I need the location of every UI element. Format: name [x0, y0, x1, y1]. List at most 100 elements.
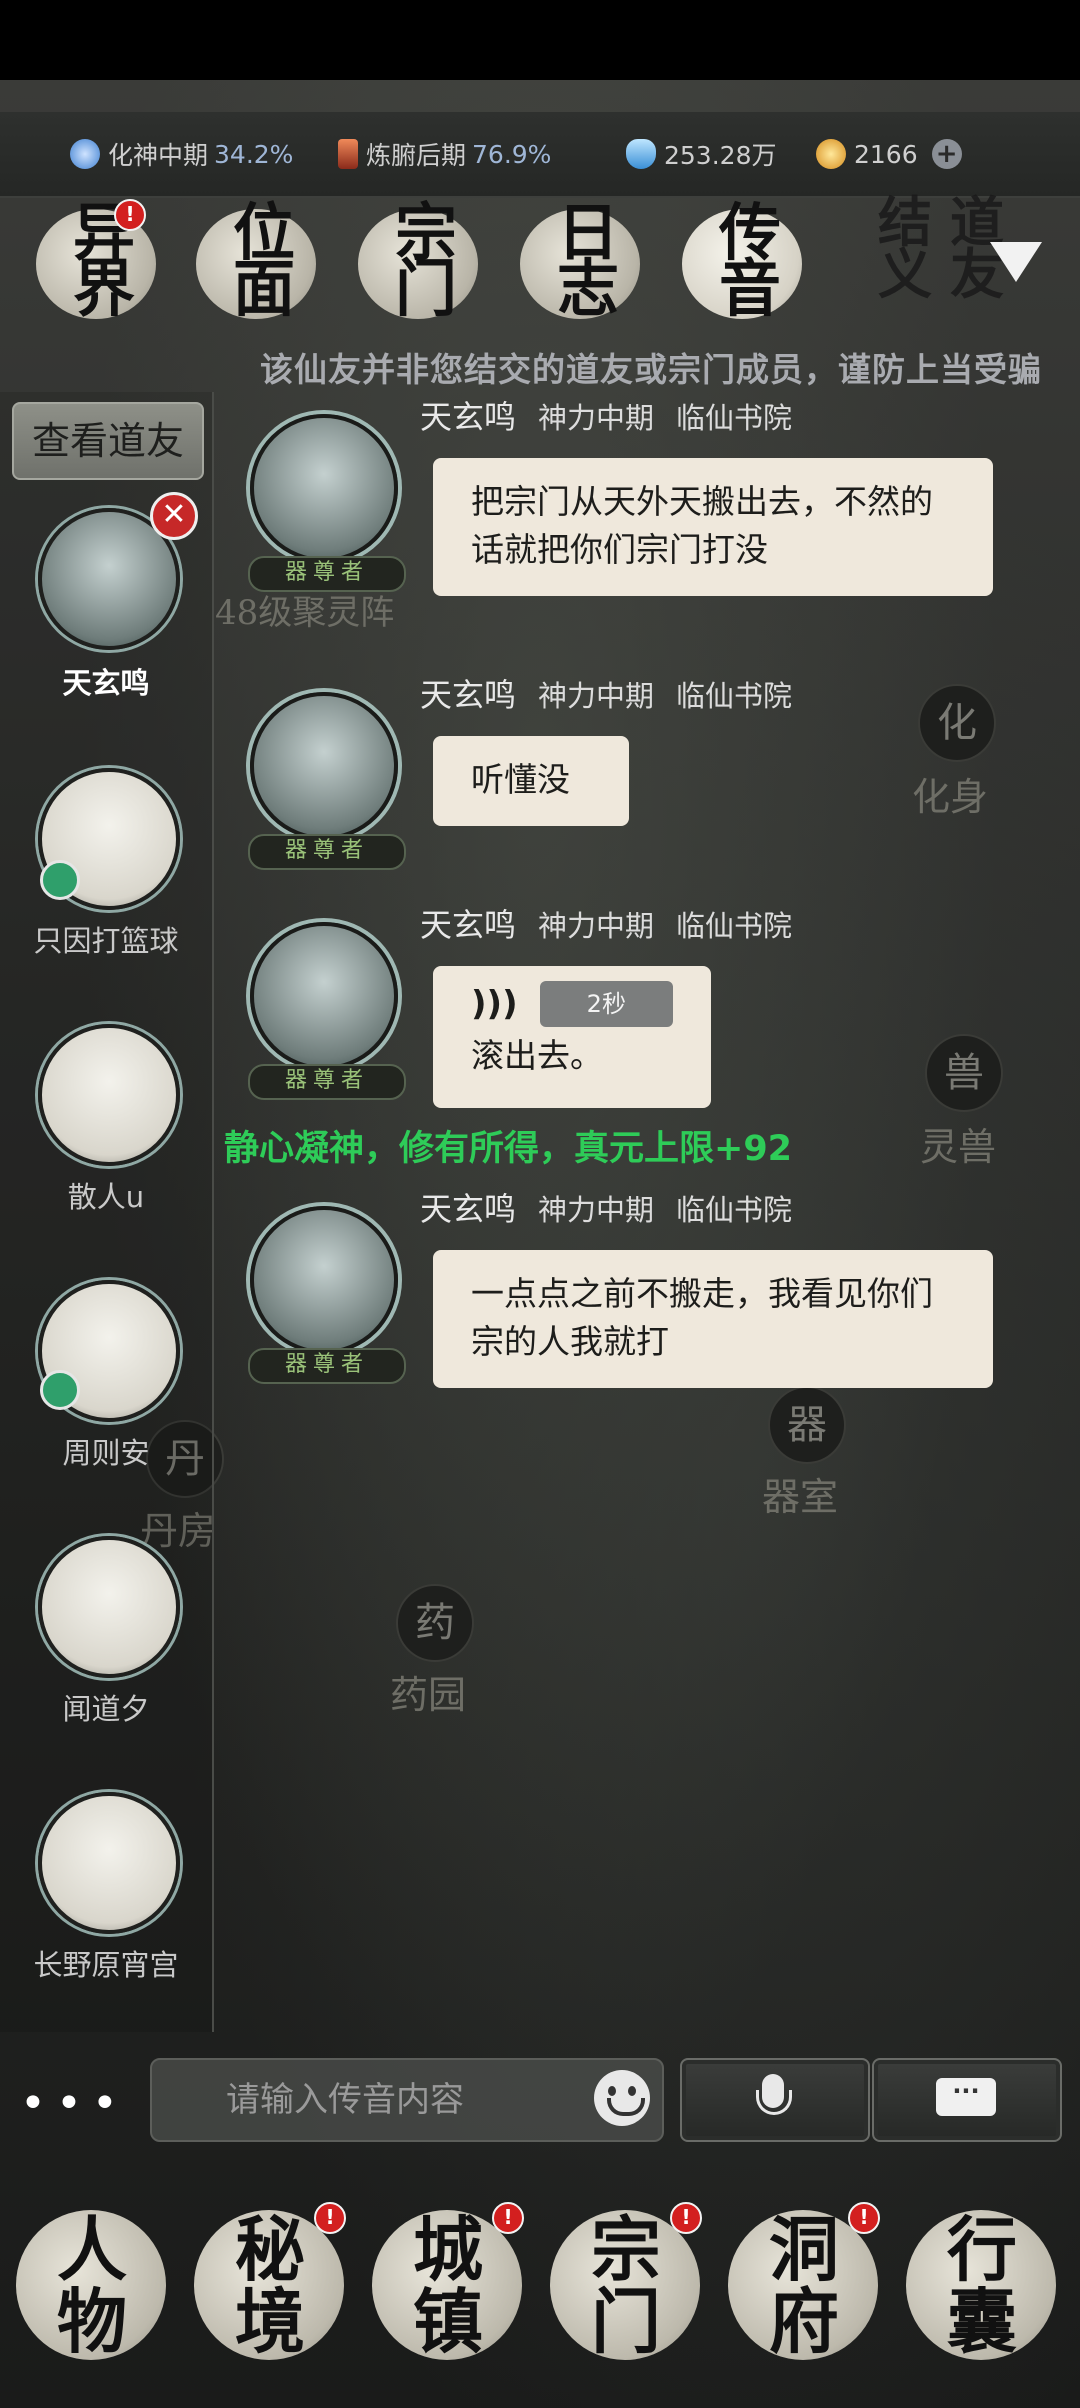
- sender-realm: 神力中期: [538, 1193, 655, 1227]
- spirit-stone-stat: 253.28万: [626, 134, 776, 174]
- sender-title-tag: 器尊者: [248, 834, 406, 870]
- friend-name: 天玄鸣: [62, 666, 150, 700]
- tab-rizhi[interactable]: 日 志: [506, 196, 666, 325]
- yin-yang-icon: [70, 139, 100, 169]
- tab-label: 异 界: [72, 196, 135, 325]
- jade-stat: 2166 +: [816, 134, 962, 174]
- friend-item-sanren[interactable]: 散人u: [0, 1024, 212, 1224]
- sender-avatar[interactable]: [250, 1206, 398, 1354]
- chat-bubble: 一点点之前不搬走，我看见你们宗的人我就打: [433, 1250, 993, 1388]
- alert-badge-icon: !: [848, 2202, 880, 2234]
- voice-bubble[interactable]: ))) 2秒 滚出去。: [433, 966, 711, 1108]
- huashen-glyph: 化: [918, 684, 996, 762]
- nav-dongfu[interactable]: 洞 府 !: [712, 2200, 890, 2380]
- alert-badge-icon: !: [314, 2202, 346, 2234]
- chat-bubble-icon: ···: [936, 2078, 996, 2116]
- nav-chengzhen[interactable]: 城 镇 !: [356, 2200, 534, 2380]
- body-cultivation-icon: [338, 139, 358, 169]
- resource-bar: 化神中期 34.2% 炼腑后期 76.9% 253.28万 2166 +: [0, 112, 1080, 198]
- sender-sect: 临仙书院: [676, 1193, 793, 1227]
- tab-label: 位 面: [232, 196, 295, 325]
- nav-label: 宗 门: [591, 2208, 661, 2363]
- friend-name: 闻道夕: [62, 1692, 150, 1726]
- voice-text: 滚出去。: [471, 1036, 603, 1075]
- remove-friend-icon[interactable]: ✕: [150, 492, 198, 540]
- voice-record-button[interactable]: [680, 2058, 870, 2142]
- tab-label: 宗 门: [394, 196, 457, 325]
- friend-item-zhiyindalanqiu[interactable]: 只因打篮球: [0, 768, 212, 968]
- jade-coin-icon: [816, 139, 846, 169]
- sender-avatar[interactable]: [250, 692, 398, 840]
- sender-name: 天玄鸣: [420, 906, 517, 944]
- message-sender: 天玄鸣 神力中期 临仙书院: [420, 900, 792, 946]
- realm-primary-label: 化神中期: [108, 141, 209, 170]
- add-jade-button[interactable]: +: [931, 139, 962, 169]
- sender-title-tag: 器尊者: [248, 1064, 406, 1100]
- alert-badge-icon: !: [670, 2202, 702, 2234]
- sender-sect: 临仙书院: [676, 401, 793, 435]
- voice-player[interactable]: ))) 2秒: [471, 980, 673, 1028]
- send-message-button[interactable]: ···: [872, 2058, 1062, 2142]
- tab-yijie[interactable]: 异 界 !: [22, 196, 182, 325]
- nav-renwu[interactable]: 人 物: [0, 2200, 178, 2380]
- sender-sect: 临仙书院: [676, 909, 793, 943]
- array-label: 48级聚灵阵: [215, 593, 395, 633]
- jade-value: 2166: [854, 139, 918, 169]
- nav-mijing[interactable]: 秘 境 !: [178, 2200, 356, 2380]
- huashen-label: 化身: [912, 775, 989, 819]
- tab-weimian[interactable]: 位 面: [182, 196, 342, 325]
- message-sender: 天玄鸣 神力中期 临仙书院: [420, 670, 792, 716]
- avatar: [38, 1792, 180, 1934]
- sender-sect: 临仙书院: [676, 679, 793, 713]
- chat-bubble: 把宗门从天外天搬出去，不然的话就把你们宗门打没: [433, 458, 993, 596]
- online-status-icon: [40, 1370, 80, 1410]
- jieyi-daoyou-button[interactable]: 结道 义友: [878, 195, 1068, 306]
- online-status-icon: [40, 860, 80, 900]
- friend-item-tianxuanming[interactable]: ✕ 天玄鸣: [0, 492, 212, 708]
- voice-wave-icon: ))): [471, 984, 518, 1024]
- tab-label: 日 志: [556, 196, 619, 325]
- friend-item-changyeyuanxiaogong[interactable]: 长野原宵宫: [0, 1792, 212, 1992]
- yaoyuan-glyph: 药: [396, 1584, 474, 1662]
- nav-xingnang[interactable]: 行 囊: [890, 2200, 1068, 2380]
- realm-body-label: 炼腑后期: [366, 141, 467, 170]
- nav-label: 洞 府: [769, 2208, 839, 2363]
- nav-label: 行 囊: [947, 2208, 1017, 2363]
- sender-name: 天玄鸣: [420, 676, 517, 714]
- sender-title-tag: 器尊者: [248, 1348, 406, 1384]
- sender-realm: 神力中期: [538, 909, 655, 943]
- nav-zongmen[interactable]: 宗 门 !: [534, 2200, 712, 2380]
- emoji-icon[interactable]: [594, 2070, 650, 2126]
- friend-name: 周则安: [62, 1436, 150, 1470]
- nav-label: 城 镇: [413, 2208, 483, 2363]
- scam-warning: 该仙友并非您结交的道友或宗门成员，谨防上当受骗: [260, 350, 1042, 389]
- view-friends-button[interactable]: 查看道友: [12, 402, 204, 480]
- realm-body-percent: 76.9%: [472, 139, 552, 169]
- spirit-stone-value: 253.28万: [664, 141, 777, 170]
- friend-name: 散人u: [67, 1180, 145, 1214]
- more-options-button[interactable]: •••: [20, 2078, 128, 2129]
- tab-chuanyin[interactable]: 传 音: [668, 202, 828, 325]
- alert-badge-icon: !: [114, 199, 146, 231]
- yaoyuan-label: 药园: [390, 1673, 467, 1717]
- avatar: [38, 1024, 180, 1166]
- nav-label: 秘 境: [235, 2208, 305, 2363]
- tab-zongmen[interactable]: 宗 门: [344, 196, 504, 325]
- sender-avatar[interactable]: [250, 922, 398, 1070]
- message-input[interactable]: [224, 2060, 608, 2140]
- friend-item-zhouzean[interactable]: 周则安: [0, 1280, 212, 1480]
- realm-primary-percent: 34.2%: [214, 139, 294, 169]
- message-input-box[interactable]: [150, 2058, 664, 2142]
- friend-name: 只因打篮球: [33, 924, 179, 958]
- voice-duration: 2秒: [539, 981, 673, 1027]
- friend-item-wendaoxi[interactable]: 闻道夕: [0, 1536, 212, 1736]
- nav-label: 人 物: [57, 2208, 127, 2363]
- dropdown-triangle-icon[interactable]: [990, 242, 1042, 282]
- lingshou-label: 灵兽: [920, 1125, 997, 1169]
- sender-avatar[interactable]: [250, 414, 398, 562]
- sender-realm: 神力中期: [538, 401, 655, 435]
- realm-body-stat: 炼腑后期 76.9%: [338, 134, 551, 174]
- alert-badge-icon: !: [492, 2202, 524, 2234]
- spirit-stone-icon: [626, 139, 656, 169]
- emoji-mouth: [607, 2098, 645, 2116]
